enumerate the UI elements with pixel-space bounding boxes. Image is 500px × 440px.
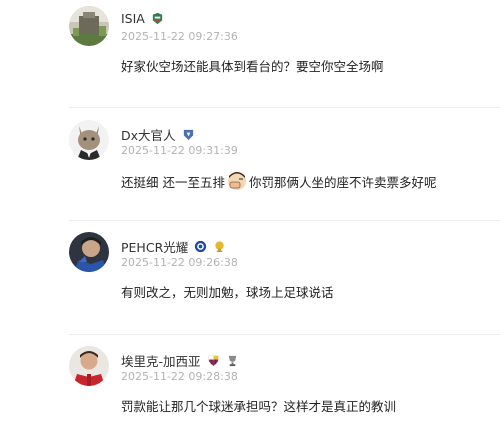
username[interactable]: PEHCR光耀 bbox=[121, 237, 188, 256]
trophy-badge-icon bbox=[213, 240, 226, 253]
comment-item: ISIA 2025-11-22 09:27:36 好家伙空场还能具体到看台的？要… bbox=[0, 6, 500, 106]
username[interactable]: 埃里克-加西亚 bbox=[121, 351, 201, 370]
divider bbox=[69, 334, 500, 335]
barcelona-crest-icon bbox=[207, 354, 220, 367]
comment-item: 埃里克-加西亚 2025-11-22 09:28:38 罚款能让那几个球迷承担吗… bbox=[0, 346, 500, 440]
comment-text-content: 有则改之，无则加勉，球场上足球说话 bbox=[121, 285, 334, 300]
username[interactable]: ISIA bbox=[121, 11, 145, 26]
divider bbox=[69, 220, 500, 221]
comment-text: 好家伙空场还能具体到看台的？要空你空全场啊 bbox=[121, 56, 384, 75]
comment-timestamp: 2025-11-22 09:27:36 bbox=[121, 30, 238, 43]
comment-meta: ISIA bbox=[121, 11, 164, 26]
team-crest-icon bbox=[151, 12, 164, 25]
comment-text: 罚款能让那几个球迷承担吗？这样才是真正的教训 bbox=[121, 396, 396, 415]
divider bbox=[69, 107, 500, 108]
comment-meta: PEHCR光耀 bbox=[121, 237, 226, 256]
comment-timestamp: 2025-11-22 09:26:38 bbox=[121, 256, 238, 269]
user-avatar[interactable] bbox=[69, 346, 109, 386]
comment-text-before: 还挺细 还一至五排 bbox=[121, 174, 225, 190]
facepalm-emoji-icon bbox=[226, 170, 248, 192]
comment-text: 有则改之，无则加勉，球场上足球说话 bbox=[121, 282, 334, 301]
username[interactable]: Dx大官人 bbox=[121, 125, 176, 144]
trophy-icon bbox=[226, 354, 239, 367]
comment-list: ISIA 2025-11-22 09:27:36 好家伙空场还能具体到看台的？要… bbox=[0, 0, 500, 440]
comment-timestamp: 2025-11-22 09:31:39 bbox=[121, 144, 238, 157]
shield-badge-icon bbox=[182, 128, 195, 141]
comment-meta: 埃里克-加西亚 bbox=[121, 351, 239, 370]
user-avatar[interactable] bbox=[69, 120, 109, 160]
comment-timestamp: 2025-11-22 09:28:38 bbox=[121, 370, 238, 383]
comment-item: PEHCR光耀 2025-11-22 09:26:38 有则改之，无则加勉，球场… bbox=[0, 232, 500, 332]
user-avatar[interactable] bbox=[69, 232, 109, 272]
chelsea-crest-icon bbox=[194, 240, 207, 253]
comment-meta: Dx大官人 bbox=[121, 125, 195, 144]
comment-text-after: 你罚那俩人坐的座不许卖票多好呢 bbox=[248, 174, 437, 190]
comment-text-content: 罚款能让那几个球迷承担吗？这样才是真正的教训 bbox=[121, 399, 397, 414]
comment-text-content: 好家伙空场还能具体到看台的？要空你空全场啊 bbox=[121, 59, 384, 74]
comment-item: Dx大官人 2025-11-22 09:31:39 还挺细 还一至五排 你罚那俩… bbox=[0, 120, 500, 220]
comment-text: 还挺细 还一至五排 你罚那俩人坐的座不许卖票多好呢 bbox=[121, 170, 437, 192]
user-avatar[interactable] bbox=[69, 6, 109, 46]
